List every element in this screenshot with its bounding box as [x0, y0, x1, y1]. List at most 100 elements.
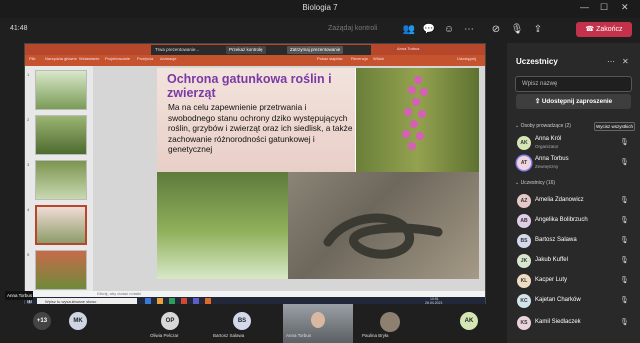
ribbon-tab[interactable]: Przejścia — [137, 56, 153, 61]
participant-name: Kacper Luty — [535, 277, 568, 283]
participant-name: Bartosz Salawa — [535, 237, 577, 243]
ribbon-tab[interactable]: Narzędzia główne — [45, 56, 77, 61]
participant-row[interactable]: JK Jakub Kuffel 🎙 — [507, 251, 640, 271]
participant-row[interactable]: AB Angelika Bolibrzuch 🎙 — [507, 211, 640, 231]
slide: Ochrona gatunkowa roślin i zwierząt Ma n… — [157, 68, 479, 279]
slide-thumbnails: 1 2 3 4 5 — [25, 66, 93, 291]
tile-label: Anna Torbus — [286, 333, 312, 338]
more-options-icon[interactable]: ⋯ — [607, 57, 615, 66]
shared-screen: Plik Narzędzia główne Wstawianie Projekt… — [24, 43, 486, 306]
presenter-name-label: Anna Torbus — [5, 291, 33, 300]
share-icon: ⇪ — [534, 98, 542, 105]
mic-off-icon: 🎙 — [620, 237, 629, 244]
mic-off-icon: 🎙 — [620, 197, 629, 204]
ribbon-tab[interactable]: Plik — [29, 56, 35, 61]
slide-thumbnail[interactable] — [35, 250, 87, 290]
orchid-photo — [356, 68, 479, 172]
tile-label: Paulina Bryła — [362, 333, 389, 338]
participant-row[interactable]: AT Anna Torbus Zewnętrzny 🎙 — [507, 153, 640, 173]
avatar: OP — [161, 312, 179, 330]
mic-icon: 🎙 — [620, 159, 629, 166]
mute-all-button[interactable]: Wycisz wszystkich — [594, 122, 635, 131]
slide-canvas: Ochrona gatunkowa roślin i zwierząt Ma n… — [93, 66, 485, 291]
window-title-bar: Biologia 7 — ☐ ✕ — [0, 0, 640, 18]
ribbon-tab[interactable]: Pokaz slajdów — [317, 56, 343, 61]
overflow-count[interactable]: +13 — [33, 312, 51, 330]
give-control-button[interactable]: Przekaż kontrolę — [226, 46, 266, 54]
slide-title: Ochrona gatunkowa roślin i zwierząt — [167, 72, 332, 100]
avatar: AT — [517, 156, 531, 170]
avatar: AZ — [517, 194, 531, 208]
slide-thumbnail[interactable] — [35, 115, 87, 155]
person-video — [311, 312, 325, 328]
meeting-toolbar: 41:48 Zażądaj kontroli 👥 💬 ☺ ⋯ ⊘ 🎙 ⇪ — [0, 18, 640, 42]
avatar: KC — [517, 294, 531, 308]
slide-thumbnail[interactable] — [35, 160, 87, 200]
minimize-button[interactable]: — — [580, 2, 589, 12]
ribbon-tab[interactable]: Animacje — [160, 56, 176, 61]
thumb-number: 3 — [27, 162, 30, 167]
share-icon[interactable]: ⇪ — [531, 23, 545, 37]
mic-off-icon: 🎙 — [620, 297, 629, 304]
participant-row[interactable]: KS Kamil Siedlaczek 🎙 — [507, 313, 640, 333]
participant-name: Kajetan Charków — [535, 297, 581, 303]
ribbon-tab[interactable]: Projektowanie — [105, 56, 130, 61]
stop-presenting-button[interactable]: Zatrzymaj prezentowanie — [287, 46, 344, 54]
people-icon[interactable]: 👥 — [402, 23, 416, 37]
avatar: BS — [233, 312, 251, 330]
presenting-label: Trwa prezentowanie... — [155, 47, 200, 52]
ribbon-tab[interactable]: Wstawianie — [79, 56, 99, 61]
avatar: AB — [517, 214, 531, 228]
participant-row[interactable]: KL Kacper Luty 🎙 — [507, 271, 640, 291]
participant-row[interactable]: AK Anna Król Organizator 🎙 — [507, 133, 640, 153]
ppt-share[interactable]: Udostępnij — [457, 56, 476, 61]
request-control-button[interactable]: Zażądaj kontroli — [328, 25, 377, 32]
participant-row[interactable]: AZ Amelia Zdanowicz 🎙 — [507, 191, 640, 211]
leave-button[interactable]: ☎ Zakończ — [576, 22, 632, 37]
avatar: BS — [517, 234, 531, 248]
participant-strip: +13 MK OP Oliwia Pelczar BS Bartosz Sala… — [0, 304, 507, 343]
participant-role: Organizator — [535, 144, 559, 149]
participant-role: Zewnętrzny — [535, 164, 559, 169]
slide-thumbnail-active[interactable] — [35, 205, 87, 245]
more-icon[interactable]: ⋯ — [462, 23, 476, 37]
mic-off-icon: 🎙 — [620, 257, 629, 264]
participant-row[interactable]: BS Bartosz Salawa 🎙 — [507, 231, 640, 251]
mic-icon[interactable]: 🎙 — [510, 23, 524, 37]
close-icon[interactable]: ✕ — [622, 57, 629, 66]
mic-off-icon: 🎙 — [620, 277, 629, 284]
participant-name: Jakub Kuffel — [535, 257, 568, 263]
maximize-button[interactable]: ☐ — [600, 2, 608, 13]
participant-name: Angelika Bolibrzuch — [535, 217, 588, 223]
participant-row[interactable]: KC Kajetan Charków 🎙 — [507, 291, 640, 311]
attendees-header[interactable]: ⌄ Uczestnicy (16) — [515, 180, 555, 186]
window-title: Biologia 7 — [302, 3, 338, 12]
slide-body: Ma na celu zapewnienie przetrwania i swo… — [168, 102, 353, 154]
avatar: AK — [460, 312, 478, 330]
call-timer: 41:48 — [10, 25, 28, 32]
thumb-number: 1 — [27, 72, 30, 77]
ribbon-tab[interactable]: Recenzja — [351, 56, 368, 61]
mic-off-icon: 🎙 — [620, 217, 629, 224]
avatar: AK — [517, 136, 531, 150]
chat-icon[interactable]: 💬 — [422, 23, 436, 37]
notes-placeholder: Kliknij, aby dodać notatki — [97, 291, 142, 296]
participant-name: Anna Torbus — [535, 156, 569, 162]
avatar: JK — [517, 254, 531, 268]
share-invite-button[interactable]: ⇪ Udostępnij zaproszenie — [516, 94, 631, 109]
avatar: MK — [69, 312, 87, 330]
participant-search-input[interactable]: Wpisz nazwę — [515, 76, 632, 92]
close-button[interactable]: ✕ — [621, 2, 629, 13]
ribbon-tab[interactable]: Widok — [373, 56, 384, 61]
presenters-header[interactable]: ⌄ Osoby prowadzące (2) — [515, 123, 571, 129]
tile-label: Oliwia Pelczar — [150, 333, 179, 338]
ppt-user: Anna Torbus — [397, 46, 420, 51]
avatar: KS — [517, 316, 531, 330]
lizard-photo — [288, 172, 479, 279]
phone-icon: ☎ — [585, 26, 597, 33]
tile-label: Bartosz Salawa — [213, 333, 245, 338]
camera-off-icon[interactable]: ⊘ — [489, 23, 503, 37]
slide-thumbnail[interactable] — [35, 70, 87, 110]
mic-off-icon: 🎙 — [620, 319, 629, 326]
reaction-icon[interactable]: ☺ — [442, 23, 456, 37]
